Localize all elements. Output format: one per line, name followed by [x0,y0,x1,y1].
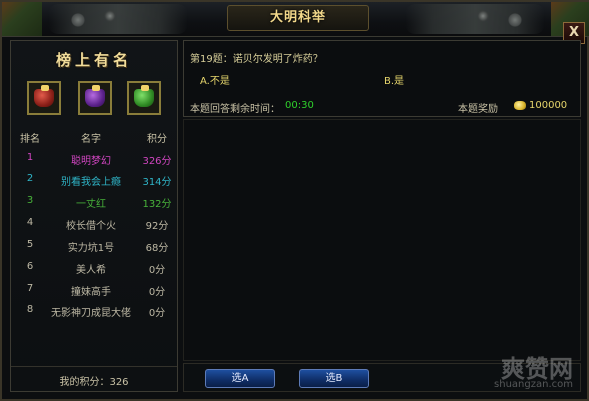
leaderboard-row: 7 撞妹高手 0分 [11,283,177,299]
leaderboard-row: 1 聪明梦幻 326分 [11,152,177,168]
watermark-url: shuangzan.com [494,379,573,390]
choose-a-button[interactable]: 选A [205,369,275,388]
imperial-exam-window: 大明科举 X 榜上有名 排名 名字 积分 1 聪明梦幻 326分 2 别看我会上… [0,0,589,401]
my-score-bar: 我的积分：326 [11,366,177,391]
name-cell: 一丈红 [76,199,106,210]
score-cell: 68分 [145,243,169,254]
rank-cell: 4 [26,217,34,228]
score-cell: 314分 [142,177,172,188]
leaderboard-header: 排名 名字 积分 [11,130,177,146]
leaderboard-row: 4 校长借个火 92分 [11,217,177,233]
question-text: 第19题：诺贝尔发明了炸药？ [190,54,323,65]
title-plate: 大明科举 [227,5,369,31]
option-a[interactable]: A.不是 [200,72,230,87]
corner-artwork-left [2,2,42,36]
name-cell: 撞妹高手 [71,287,111,298]
leaderboard-panel: 榜上有名 排名 名字 积分 1 聪明梦幻 326分 2 别看我会上瘾 314分 [10,40,178,392]
leaderboard-row: 5 实力坑1号 68分 [11,239,177,255]
rank-cell: 7 [26,283,34,294]
score-cell: 0分 [148,308,166,319]
score-cell: 0分 [148,287,166,298]
name-cell: 实力坑1号 [67,243,115,254]
rank-column-header: 排名 [20,134,40,145]
name-cell: 美人希 [76,265,106,276]
leaderboard-row: 6 美人希 0分 [11,261,177,277]
my-score: 我的积分：326 [59,377,129,388]
option-b[interactable]: B.是 [384,72,404,87]
first-place-reward-icon[interactable] [27,81,61,115]
title-bar: 大明科举 [2,2,589,37]
title-ornament-left [48,4,188,34]
leaderboard-title: 榜上有名 [55,51,132,69]
gold-sparkle-icon [141,85,149,91]
rank-cell: 8 [26,304,34,315]
leaderboard-row: 3 一丈红 132分 [11,195,177,211]
rank-cell: 5 [26,239,34,250]
choose-b-button[interactable]: 选B [299,369,369,388]
question-panel: 第19题：诺贝尔发明了炸药？ A.不是 B.是 本题回答剩余时间： 00:30 … [183,40,581,117]
leaderboard-row: 2 别看我会上瘾 314分 [11,173,177,189]
score-cell: 326分 [142,156,172,167]
name-cell: 聪明梦幻 [71,156,111,167]
reward-value: 100000 [529,100,568,111]
title-ornament-right [405,4,545,34]
rank-cell: 3 [26,195,34,206]
reward-label: 本题奖励 [458,104,498,115]
content-area [183,119,581,361]
rank-cell: 1 [26,152,34,163]
time-remaining-label: 本题回答剩余时间： [190,104,280,115]
second-place-reward-icon[interactable] [78,81,112,115]
green-gift-icon [134,89,154,107]
score-cell: 0分 [148,265,166,276]
gold-sparkle-icon [92,85,100,91]
purple-gift-icon [85,89,105,107]
red-gift-icon [34,89,54,107]
name-cell: 校长借个火 [66,221,116,232]
rank-cell: 6 [26,261,34,272]
third-place-reward-icon[interactable] [127,81,161,115]
site-watermark: 爽赞网 shuangzan.com [449,349,573,393]
name-cell: 无影神刀成昆大佬 [51,308,131,319]
name-cell: 别看我会上瘾 [61,177,121,188]
gold-sparkle-icon [41,85,49,91]
leaderboard-row: 8 无影神刀成昆大佬 0分 [11,304,177,320]
score-column-header: 积分 [147,134,167,145]
window-title: 大明科举 [269,10,326,25]
time-remaining-value: 00:30 [285,100,314,111]
score-cell: 132分 [142,199,172,210]
rank-cell: 2 [26,173,34,184]
name-column-header: 名字 [81,134,101,145]
score-cell: 92分 [145,221,169,232]
gold-coin-icon [514,101,526,110]
